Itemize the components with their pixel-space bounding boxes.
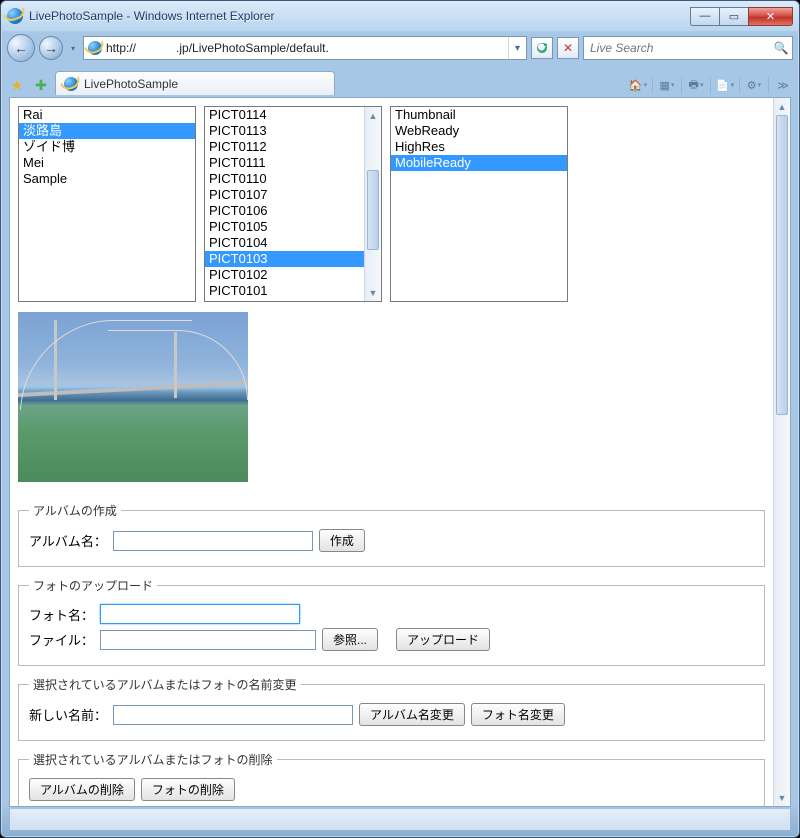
command-bar: 🏠▾ ▦▾ 🖶▾ 📄▾ ⚙▾ ≫: [628, 75, 793, 95]
upload-button[interactable]: アップロード: [396, 628, 490, 651]
delete-section: 選択されているアルバムまたはフォトの削除 アルバムの削除 フォトの削除: [18, 751, 765, 806]
search-button[interactable]: 🔍: [770, 37, 792, 59]
ie-icon: [7, 8, 23, 24]
rename-legend: 選択されているアルバムまたはフォトの名前変更: [29, 676, 301, 693]
album-item[interactable]: Mei: [19, 155, 195, 171]
refresh-button[interactable]: [531, 37, 553, 59]
new-name-input[interactable]: [113, 705, 353, 725]
rename-section: 選択されているアルバムまたはフォトの名前変更 新しい名前： アルバム名変更 フォ…: [18, 676, 765, 741]
print-button[interactable]: 🖶▾: [686, 75, 706, 95]
content-area: Rai淡路島ゾイド博MeiSample PICT0114PICT0113PICT…: [9, 97, 791, 807]
upload-photo-section: フォトのアップロード フォト名： ファイル： 参照... アップロード: [18, 577, 765, 666]
album-item[interactable]: Rai: [19, 107, 195, 123]
size-item[interactable]: MobileReady: [391, 155, 567, 171]
file-label: ファイル：: [29, 630, 94, 649]
tab-icon: [64, 77, 78, 91]
photo-item[interactable]: PICT0112: [205, 139, 364, 155]
home-button[interactable]: 🏠▾: [628, 75, 648, 95]
scroll-thumb[interactable]: [367, 170, 379, 250]
delete-album-button[interactable]: アルバムの削除: [29, 778, 135, 801]
photo-item[interactable]: PICT0102: [205, 267, 364, 283]
new-name-label: 新しい名前：: [29, 705, 107, 724]
photo-preview: [18, 312, 248, 482]
page-scroll-thumb[interactable]: [776, 115, 788, 415]
album-item[interactable]: ゾイド博: [19, 139, 195, 155]
photo-list-scrollbar[interactable]: ▲ ▼: [364, 107, 381, 301]
back-button[interactable]: ←: [7, 34, 35, 62]
tab-toolbar: ★ ✚ LivePhotoSample 🏠▾ ▦▾ 🖶▾ 📄▾ ⚙▾ ≫: [1, 65, 799, 95]
album-name-label: アルバム名：: [29, 531, 107, 550]
tab-livephotosample[interactable]: LivePhotoSample: [55, 71, 335, 95]
search-box[interactable]: 🔍: [583, 36, 793, 60]
album-name-input[interactable]: [113, 531, 313, 551]
url-input[interactable]: [106, 41, 508, 55]
tabs: LivePhotoSample: [55, 71, 624, 95]
page-body: Rai淡路島ゾイド博MeiSample PICT0114PICT0113PICT…: [10, 98, 790, 806]
size-item[interactable]: HighRes: [391, 139, 567, 155]
delete-legend: 選択されているアルバムまたはフォトの削除: [29, 751, 277, 768]
listbox-row: Rai淡路島ゾイド博MeiSample PICT0114PICT0113PICT…: [18, 106, 765, 302]
favorites-button[interactable]: ★: [7, 75, 27, 95]
tools-button[interactable]: ⚙▾: [744, 75, 764, 95]
scroll-down-button[interactable]: ▼: [365, 284, 381, 301]
album-item[interactable]: 淡路島: [19, 123, 195, 139]
page-icon: [88, 41, 102, 55]
rename-photo-button[interactable]: フォト名変更: [471, 703, 565, 726]
photo-item[interactable]: PICT0111: [205, 155, 364, 171]
ie-window: LivePhotoSample - Windows Internet Explo…: [0, 0, 800, 838]
minimize-button[interactable]: —: [690, 7, 719, 26]
photo-item[interactable]: PICT0101: [205, 283, 364, 299]
photo-item[interactable]: PICT0114: [205, 107, 364, 123]
scroll-up-button[interactable]: ▲: [365, 107, 381, 124]
stop-button[interactable]: ✕: [557, 37, 579, 59]
size-listbox[interactable]: ThumbnailWebReadyHighResMobileReady: [390, 106, 568, 302]
page-scroll-up[interactable]: ▲: [774, 98, 790, 115]
address-dropdown[interactable]: ▾: [508, 37, 526, 59]
album-item[interactable]: Sample: [19, 171, 195, 187]
page-scroll-down[interactable]: ▼: [774, 789, 790, 806]
nav-toolbar: ← → ▾ ▾ ✕ 🔍: [1, 31, 799, 65]
upload-legend: フォトのアップロード: [29, 577, 157, 594]
close-button[interactable]: ✕: [748, 7, 793, 26]
forward-button[interactable]: →: [39, 36, 63, 60]
photo-item[interactable]: PICT0105: [205, 219, 364, 235]
create-button[interactable]: 作成: [319, 529, 365, 552]
page-scrollbar[interactable]: ▲ ▼: [773, 98, 790, 806]
window-buttons: — ▭ ✕: [690, 7, 793, 26]
status-bar: [9, 809, 791, 831]
maximize-button[interactable]: ▭: [719, 7, 748, 26]
file-input[interactable]: [100, 630, 316, 650]
photo-listbox[interactable]: PICT0114PICT0113PICT0112PICT0111PICT0110…: [204, 106, 382, 302]
titlebar[interactable]: LivePhotoSample - Windows Internet Explo…: [1, 1, 799, 31]
photo-item[interactable]: PICT0113: [205, 123, 364, 139]
search-input[interactable]: [584, 41, 770, 55]
help-button[interactable]: ≫: [773, 75, 793, 95]
size-item[interactable]: WebReady: [391, 123, 567, 139]
address-bar[interactable]: ▾: [83, 36, 527, 60]
album-listbox[interactable]: Rai淡路島ゾイド博MeiSample: [18, 106, 196, 302]
nav-history-dropdown[interactable]: ▾: [67, 38, 79, 58]
window-title: LivePhotoSample - Windows Internet Explo…: [29, 9, 690, 23]
photo-name-input[interactable]: [100, 604, 300, 624]
refresh-icon: [536, 42, 548, 54]
photo-item[interactable]: PICT0103: [205, 251, 364, 267]
photo-item[interactable]: PICT0110: [205, 171, 364, 187]
add-favorite-button[interactable]: ✚: [31, 75, 51, 95]
tab-title: LivePhotoSample: [84, 77, 178, 91]
photo-item[interactable]: PICT0106: [205, 203, 364, 219]
delete-photo-button[interactable]: フォトの削除: [141, 778, 235, 801]
size-item[interactable]: Thumbnail: [391, 107, 567, 123]
photo-item[interactable]: PICT0107: [205, 187, 364, 203]
photo-item[interactable]: PICT0104: [205, 235, 364, 251]
photo-name-label: フォト名：: [29, 605, 94, 624]
browse-button[interactable]: 参照...: [322, 628, 378, 651]
page-button[interactable]: 📄▾: [715, 75, 735, 95]
create-legend: アルバムの作成: [29, 502, 121, 519]
feeds-button[interactable]: ▦▾: [657, 75, 677, 95]
rename-album-button[interactable]: アルバム名変更: [359, 703, 465, 726]
create-album-section: アルバムの作成 アルバム名： 作成: [18, 502, 765, 567]
